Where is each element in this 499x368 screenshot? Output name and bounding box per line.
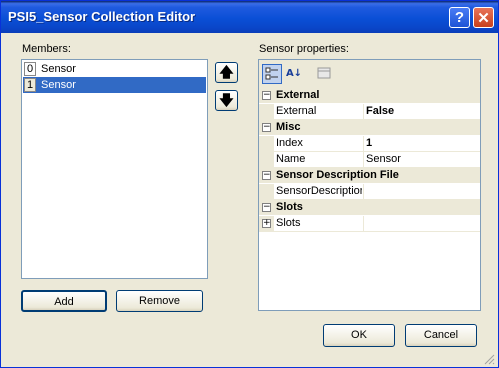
column-divider xyxy=(363,184,364,200)
arrow-down-icon: 🡇 xyxy=(219,92,234,108)
collapse-icon[interactable]: − xyxy=(262,123,271,132)
property-grid-toolbar: A↓ xyxy=(259,60,480,88)
list-item[interactable]: 0 Sensor xyxy=(23,61,206,77)
move-down-button[interactable]: 🡇 xyxy=(215,90,238,111)
move-up-button[interactable]: 🡅 xyxy=(215,62,238,83)
window-title: PSI5_Sensor Collection Editor xyxy=(8,9,196,24)
property-name: External xyxy=(276,105,317,117)
property-rows: − External External False − Misc Index 1 xyxy=(259,88,480,232)
cancel-button-label: Cancel xyxy=(423,329,459,341)
collapse-icon[interactable]: − xyxy=(262,171,271,180)
row-gutter xyxy=(259,136,274,152)
property-value[interactable]: False xyxy=(366,105,394,117)
property-row[interactable]: External False xyxy=(259,104,480,120)
property-row[interactable]: + Slots xyxy=(259,216,480,232)
property-name: Name xyxy=(276,153,306,165)
property-grid[interactable]: A↓ − External External False − Misc Inde… xyxy=(258,59,481,311)
list-item-index: 1 xyxy=(24,78,36,92)
property-name: Index xyxy=(276,137,303,149)
property-name: Slots xyxy=(276,217,301,229)
add-button-label: Add xyxy=(54,296,74,308)
category-row[interactable]: − External xyxy=(259,88,480,104)
remove-button[interactable]: Remove xyxy=(116,290,203,312)
dialog-window: PSI5_Sensor Collection Editor ? ✕ Member… xyxy=(0,0,499,368)
categorized-icon[interactable] xyxy=(262,64,282,84)
expand-icon[interactable]: + xyxy=(262,219,271,228)
column-divider xyxy=(363,104,364,120)
list-item[interactable]: 1 Sensor xyxy=(23,77,206,93)
row-gutter xyxy=(259,184,274,200)
property-name: SensorDescription xyxy=(276,185,362,197)
category-label: Slots xyxy=(276,201,303,213)
ok-button[interactable]: OK xyxy=(323,324,395,347)
resize-grip[interactable] xyxy=(483,353,495,365)
column-divider xyxy=(363,136,364,152)
arrow-up-icon: 🡅 xyxy=(219,64,234,80)
ok-button-label: OK xyxy=(351,329,367,341)
property-row[interactable]: SensorDescription xyxy=(259,184,480,200)
collapse-icon[interactable]: − xyxy=(262,91,271,100)
help-button[interactable]: ? xyxy=(449,7,470,28)
property-value[interactable]: 1 xyxy=(366,137,372,149)
category-label: Misc xyxy=(276,121,301,133)
column-divider xyxy=(363,152,364,168)
property-pages-icon[interactable] xyxy=(314,64,334,84)
properties-label: Sensor properties: xyxy=(259,43,349,55)
list-item-index: 0 xyxy=(24,62,36,76)
close-button[interactable]: ✕ xyxy=(473,7,494,28)
property-value[interactable]: Sensor xyxy=(366,153,401,165)
add-button[interactable]: Add xyxy=(21,290,107,312)
members-list[interactable]: 0 Sensor 1 Sensor xyxy=(21,59,208,279)
category-row[interactable]: − Sensor Description File xyxy=(259,168,480,184)
title-bar[interactable]: PSI5_Sensor Collection Editor ? ✕ xyxy=(1,1,498,33)
property-row[interactable]: Index 1 xyxy=(259,136,480,152)
property-row[interactable]: Name Sensor xyxy=(259,152,480,168)
list-item-label: Sensor xyxy=(41,63,76,75)
category-label: Sensor Description File xyxy=(276,169,399,181)
row-gutter xyxy=(259,104,274,120)
collapse-icon[interactable]: − xyxy=(262,203,271,212)
alphabetical-icon[interactable]: A↓ xyxy=(284,64,304,84)
close-icon: ✕ xyxy=(477,9,490,27)
list-item-label: Sensor xyxy=(41,79,76,91)
category-label: External xyxy=(276,89,320,101)
members-label: Members: xyxy=(22,43,71,55)
row-gutter xyxy=(259,152,274,168)
cancel-button[interactable]: Cancel xyxy=(405,324,477,347)
category-row[interactable]: − Misc xyxy=(259,120,480,136)
help-icon: ? xyxy=(454,9,465,26)
remove-button-label: Remove xyxy=(139,295,180,307)
column-divider xyxy=(363,216,364,232)
category-row[interactable]: − Slots xyxy=(259,200,480,216)
